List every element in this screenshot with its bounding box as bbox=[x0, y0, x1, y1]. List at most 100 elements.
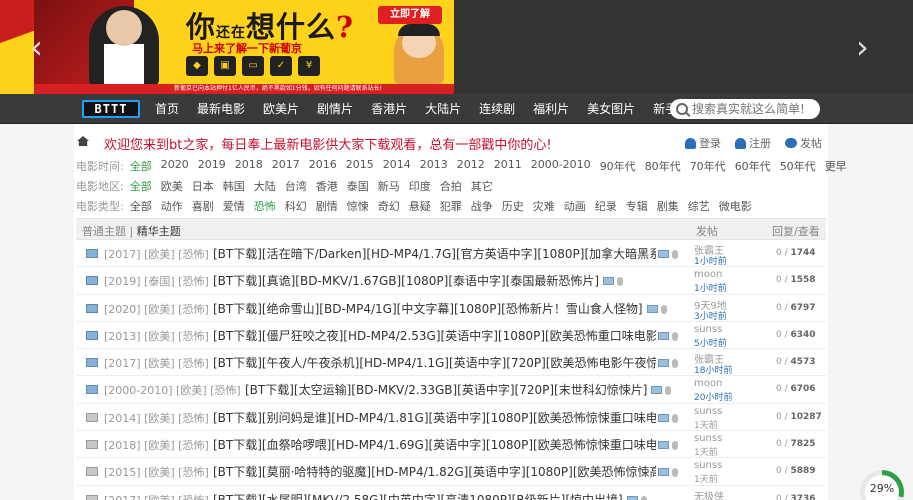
filter-option[interactable]: 灾难 bbox=[533, 198, 555, 216]
thread-title-link[interactable]: [BT下载][莫丽·哈特特的驱魔][HD-MP4/1.82G][英语中字][10… bbox=[213, 463, 656, 480]
filter-option[interactable]: 纪录 bbox=[595, 198, 617, 216]
paperclip-icon bbox=[672, 331, 678, 341]
filter-option[interactable]: 奇幻 bbox=[378, 198, 400, 216]
thread-stats: 0 / 1558 bbox=[776, 275, 816, 286]
thread-author[interactable]: sunss bbox=[694, 406, 722, 417]
thread-envelope-icon bbox=[86, 412, 98, 422]
thread-title-link[interactable]: [BT下载][真诡][BD-MKV/1.67GB][1080P][泰语中字][泰… bbox=[213, 272, 599, 289]
search-icon[interactable] bbox=[676, 103, 688, 115]
filter-option[interactable]: 全部 bbox=[130, 178, 152, 196]
filter-option[interactable]: 微电影 bbox=[719, 198, 752, 216]
tab-normal-threads[interactable]: 普通主题 bbox=[82, 225, 126, 238]
nav-item-latest[interactable]: 最新电影 bbox=[188, 94, 254, 124]
filter-option[interactable]: 新马 bbox=[378, 178, 400, 196]
filter-option[interactable]: 犯罪 bbox=[440, 198, 462, 216]
filter-option[interactable]: 2011 bbox=[494, 158, 522, 176]
filter-option[interactable]: 悬疑 bbox=[409, 198, 431, 216]
thread-author[interactable]: moon bbox=[694, 378, 722, 389]
filter-option[interactable]: 2000-2010 bbox=[531, 158, 591, 176]
filter-option[interactable]: 日本 bbox=[192, 178, 214, 196]
nav-item-beauty[interactable]: 美女图片 bbox=[578, 94, 644, 124]
filter-option[interactable]: 欧美 bbox=[161, 178, 183, 196]
filter-option[interactable]: 2015 bbox=[346, 158, 374, 176]
nav-item-mainland[interactable]: 大陆片 bbox=[416, 94, 470, 124]
filter-option[interactable]: 其它 bbox=[471, 178, 493, 196]
welcome-row: 欢迎您来到bt之家，每日奉上最新电影供大家下载观看，总有一部戳中你的心! 登录 … bbox=[74, 132, 828, 153]
filter-option[interactable]: 2014 bbox=[383, 158, 411, 176]
filter-option[interactable]: 50年代 bbox=[780, 158, 816, 176]
thread-title-link[interactable]: [BT下载][水尾明][MKV/2.58G][中英中字][高清1080P][R级… bbox=[213, 491, 623, 500]
filter-option[interactable]: 印度 bbox=[409, 178, 431, 196]
filter-option[interactable]: 惊悚 bbox=[347, 198, 369, 216]
filter-option[interactable]: 80年代 bbox=[645, 158, 681, 176]
thread-title-link[interactable]: [BT下载][午夜人/午夜杀机][HD-MP4/1.1G][英语中字][720P… bbox=[213, 354, 656, 371]
filter-option[interactable]: 剧情 bbox=[316, 198, 338, 216]
filter-option[interactable]: 合拍 bbox=[440, 178, 462, 196]
ad-cta-button[interactable]: 立即了解 bbox=[378, 6, 442, 24]
table-row: [2013] [欧美] [恐怖] [BT下载][僵尸狂咬之夜][HD-MP4/2.… bbox=[76, 322, 826, 350]
filter-option[interactable]: 大陆 bbox=[254, 178, 276, 196]
filter-option[interactable]: 爱情 bbox=[223, 198, 245, 216]
search-box[interactable] bbox=[670, 99, 820, 119]
filter-option[interactable]: 更早 bbox=[825, 158, 847, 176]
site-logo[interactable]: BTTT bbox=[82, 100, 140, 118]
filter-option[interactable]: 70年代 bbox=[690, 158, 726, 176]
thread-title-link[interactable]: [BT下载][绝命雪山][BD-MP4/1G][中文字幕][1080P][恐怖新… bbox=[213, 300, 643, 317]
thread-title-link[interactable]: [BT下载][别问妈是谁][HD-MP4/1.81G][英语中字][1080P]… bbox=[213, 409, 656, 426]
nav-item-western[interactable]: 欧美片 bbox=[254, 94, 308, 124]
filter-option[interactable]: 专辑 bbox=[626, 198, 648, 216]
register-link[interactable]: 注册 bbox=[735, 135, 771, 151]
thread-title-link[interactable]: [BT下载][太空运输][BD-MKV/2.33GB][英语中字][720P][… bbox=[245, 381, 647, 398]
nav-item-drama[interactable]: 剧情片 bbox=[308, 94, 362, 124]
filter-option[interactable]: 2019 bbox=[198, 158, 226, 176]
ad-image[interactable]: 你还在想什么? 马上来了解一下新葡京 ◆ ▣ ▭ ✓ ¥ 立即了解 新葡京已向本… bbox=[34, 0, 454, 94]
thread-time: 18小时前 bbox=[694, 366, 733, 377]
filter-option[interactable]: 动画 bbox=[564, 198, 586, 216]
thread-author[interactable]: 无极侠 bbox=[694, 488, 724, 500]
thread-title-link[interactable]: [BT下载][僵尸狂咬之夜][HD-MP4/2.53G][英语中字][1080P… bbox=[213, 327, 656, 344]
filter-option[interactable]: 战争 bbox=[471, 198, 493, 216]
nav-item-welfare[interactable]: 福利片 bbox=[524, 94, 578, 124]
filter-option[interactable]: 动作 bbox=[161, 198, 183, 216]
filter-option[interactable]: 喜剧 bbox=[192, 198, 214, 216]
ad-banner[interactable]: 你还在想什么? 马上来了解一下新葡京 ◆ ▣ ▭ ✓ ¥ 立即了解 新葡京已向本… bbox=[0, 0, 913, 94]
banner-next-arrow-icon[interactable]: › bbox=[856, 28, 869, 66]
filter-option[interactable]: 2018 bbox=[235, 158, 263, 176]
filter-option[interactable]: 2013 bbox=[420, 158, 448, 176]
view-count: 7825 bbox=[790, 439, 816, 450]
nav-item-series[interactable]: 连续剧 bbox=[470, 94, 524, 124]
banner-prev-arrow-icon[interactable]: ‹ bbox=[30, 28, 43, 66]
filter-option[interactable]: 历史 bbox=[502, 198, 524, 216]
filter-option[interactable]: 2012 bbox=[457, 158, 485, 176]
new-post-link[interactable]: 发帖 bbox=[785, 135, 822, 151]
thread-author[interactable]: moon bbox=[694, 269, 722, 280]
filter-option[interactable]: 科幻 bbox=[285, 198, 307, 216]
login-link[interactable]: 登录 bbox=[685, 135, 721, 151]
filter-option[interactable]: 2016 bbox=[309, 158, 337, 176]
filter-option[interactable]: 泰国 bbox=[347, 178, 369, 196]
filter-option[interactable]: 综艺 bbox=[688, 198, 710, 216]
filter-option[interactable]: 香港 bbox=[316, 178, 338, 196]
thread-author[interactable]: sunss bbox=[694, 433, 722, 444]
thread-title-link[interactable]: [BT下载][血祭哈啰喂][HD-MP4/1.69G][英语中字][1080P]… bbox=[213, 436, 656, 453]
filter-option[interactable]: 90年代 bbox=[600, 158, 636, 176]
filter-option[interactable]: 恐怖 bbox=[254, 198, 276, 216]
filter-option[interactable]: 韩国 bbox=[223, 178, 245, 196]
filter-option[interactable]: 60年代 bbox=[735, 158, 771, 176]
filter-option[interactable]: 2017 bbox=[272, 158, 300, 176]
nav-item-hongkong[interactable]: 香港片 bbox=[362, 94, 416, 124]
filter-option[interactable]: 全部 bbox=[130, 158, 152, 176]
view-count: 5889 bbox=[790, 466, 816, 477]
home-icon[interactable] bbox=[77, 136, 89, 146]
search-input[interactable] bbox=[692, 102, 816, 116]
thread-author[interactable]: sunss bbox=[694, 324, 722, 335]
filter-option[interactable]: 全部 bbox=[130, 198, 152, 216]
filter-option[interactable]: 剧集 bbox=[657, 198, 679, 216]
thread-title-link[interactable]: [BT下载][活在暗下/Darken][HD-MP4/1.7G][官方英语中字]… bbox=[213, 245, 656, 262]
filter-option[interactable]: 2020 bbox=[161, 158, 189, 176]
tab-featured-threads[interactable]: 精华主题 bbox=[137, 225, 181, 238]
thread-author[interactable]: sunss bbox=[694, 460, 722, 471]
view-count: 10287 bbox=[790, 411, 822, 422]
filter-option[interactable]: 台湾 bbox=[285, 178, 307, 196]
nav-item-home[interactable]: 首页 bbox=[146, 94, 188, 124]
